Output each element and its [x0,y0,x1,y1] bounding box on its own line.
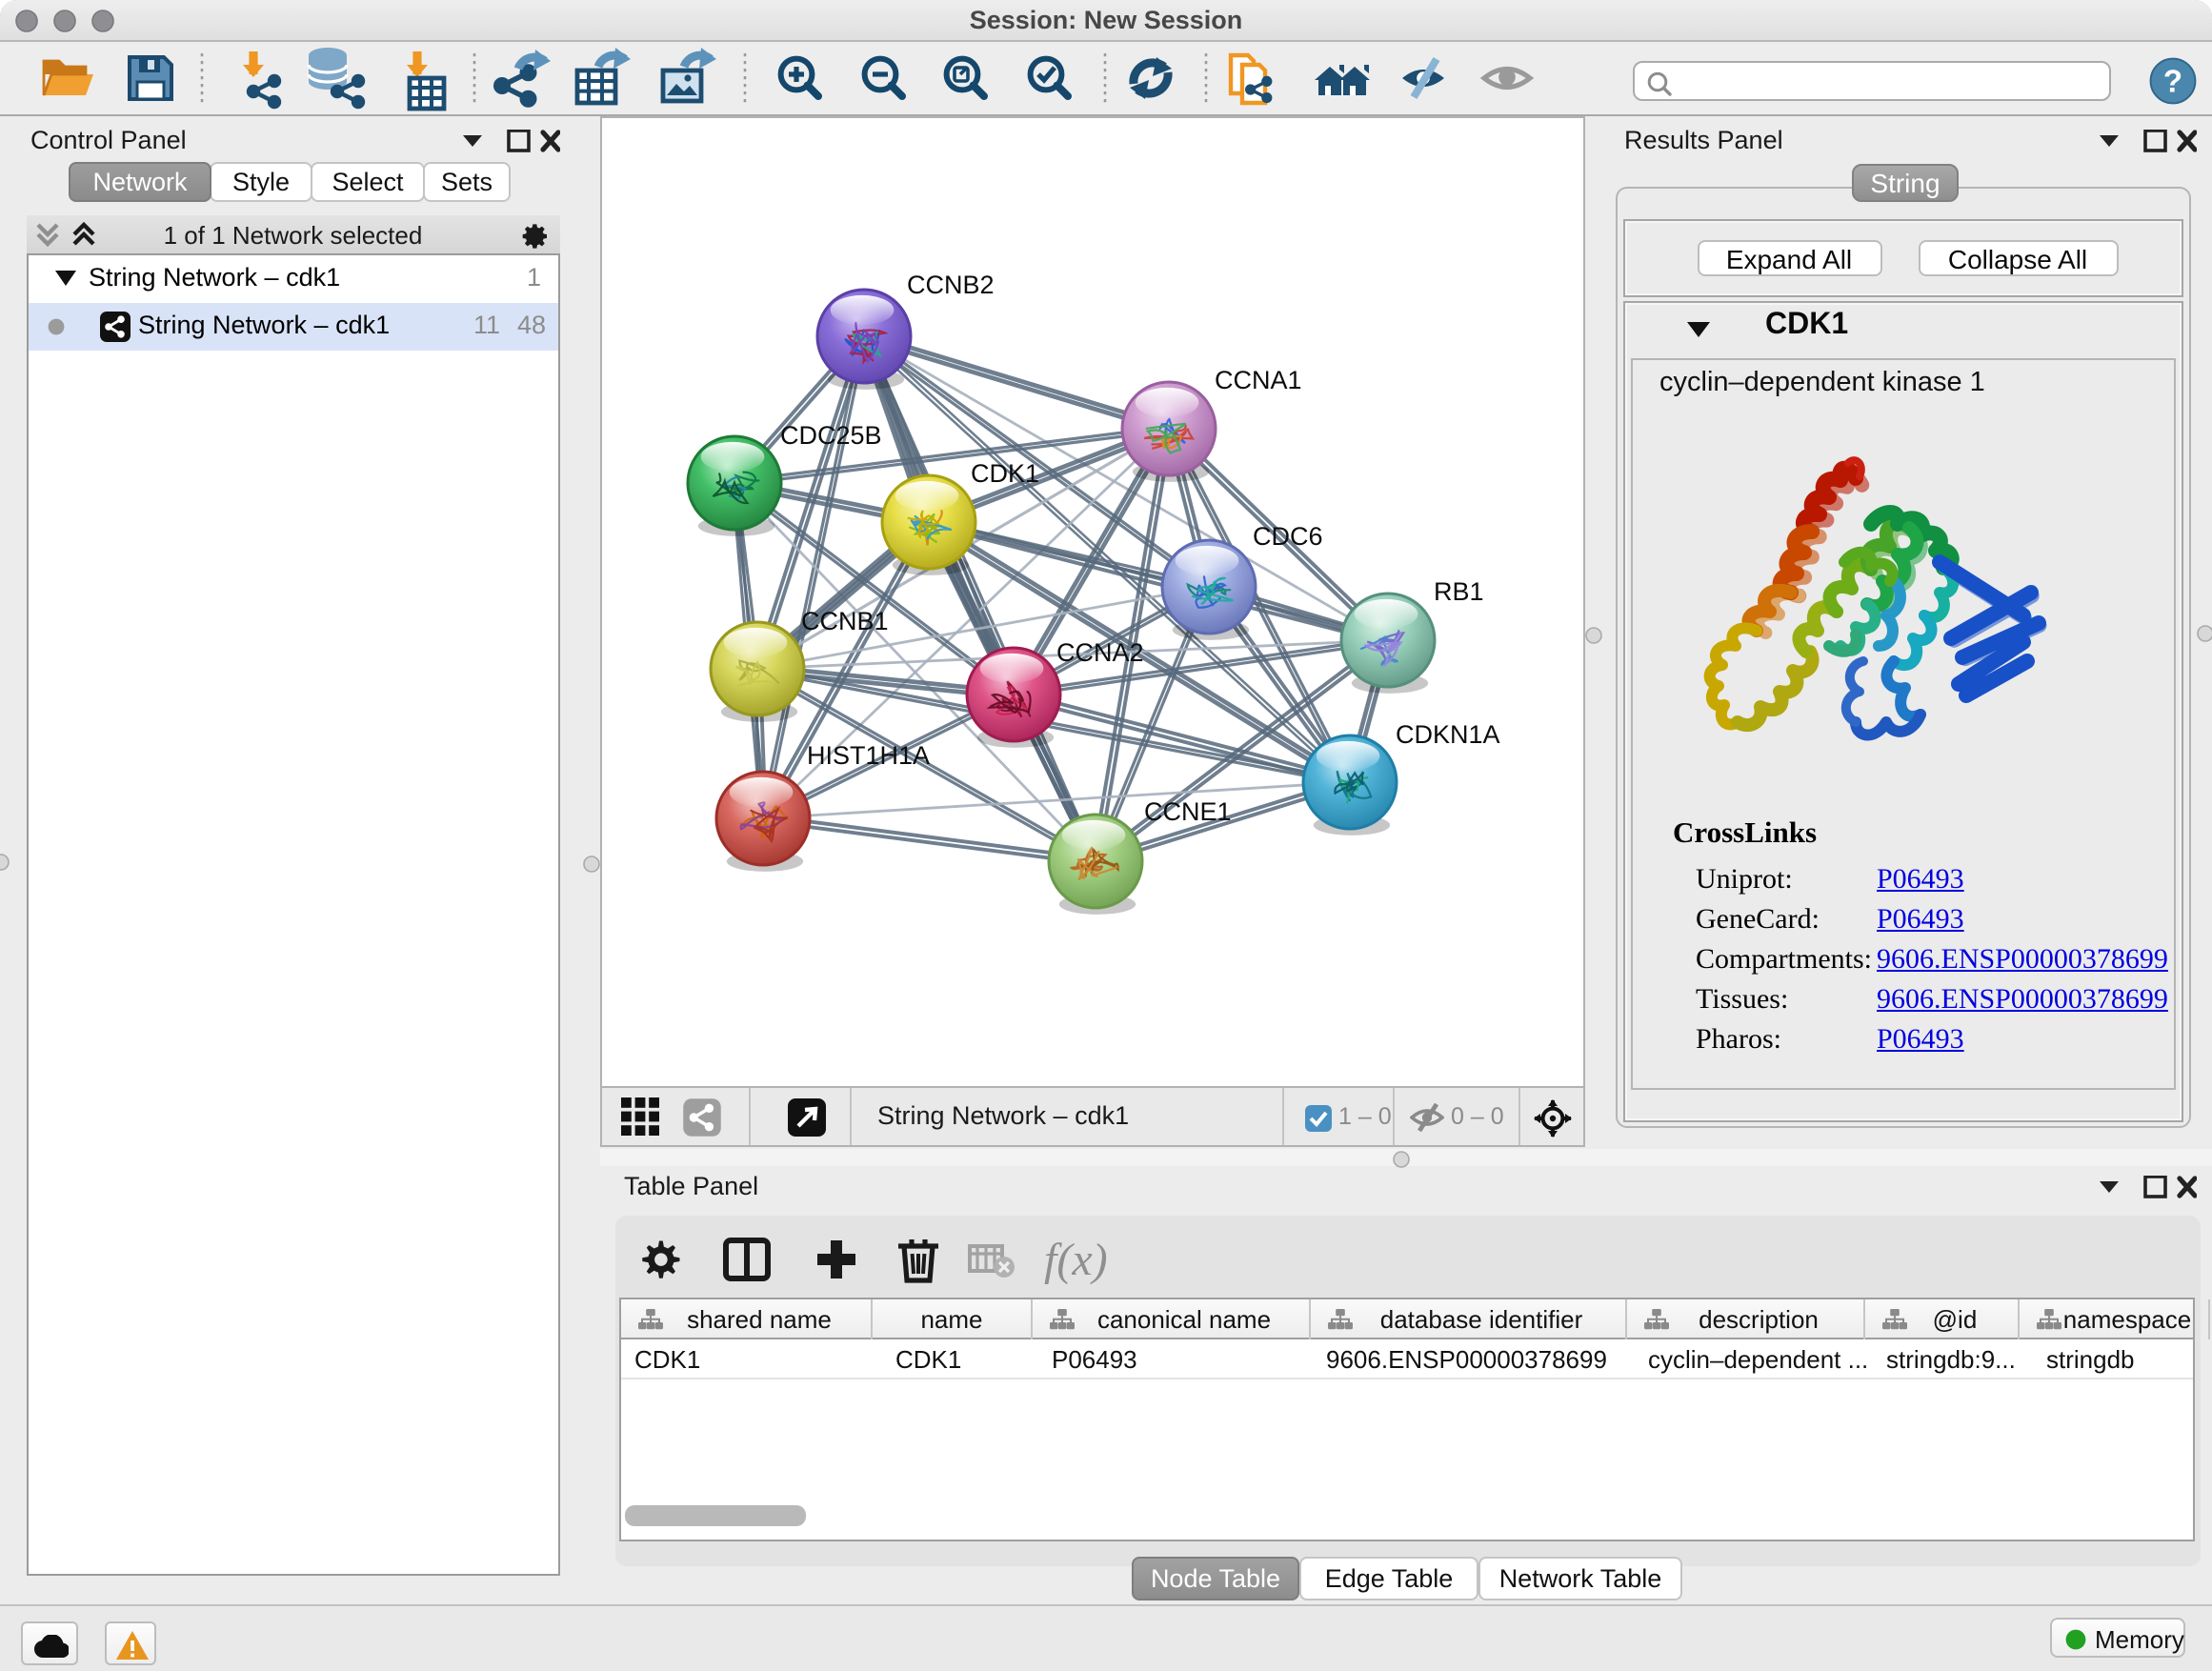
svg-text:CCNA1: CCNA1 [1214,366,1301,394]
svg-text:RB1: RB1 [1433,577,1483,606]
svg-text:?: ? [2163,62,2182,97]
svg-text:CDC6: CDC6 [1252,522,1322,551]
svg-text:CDK1: CDK1 [970,459,1038,488]
svg-text:CCNB2: CCNB2 [906,271,994,299]
svg-text:CCNA2: CCNA2 [1056,638,1143,667]
svg-text:HIST1H1A: HIST1H1A [806,741,929,770]
svg-text:CCNE1: CCNE1 [1143,797,1231,826]
svg-text:CDKN1A: CDKN1A [1395,720,1499,749]
svg-text:CCNB1: CCNB1 [800,607,888,635]
svg-text:CDC25B: CDC25B [779,421,881,450]
svg-text:f(x): f(x) [1043,1234,1107,1284]
